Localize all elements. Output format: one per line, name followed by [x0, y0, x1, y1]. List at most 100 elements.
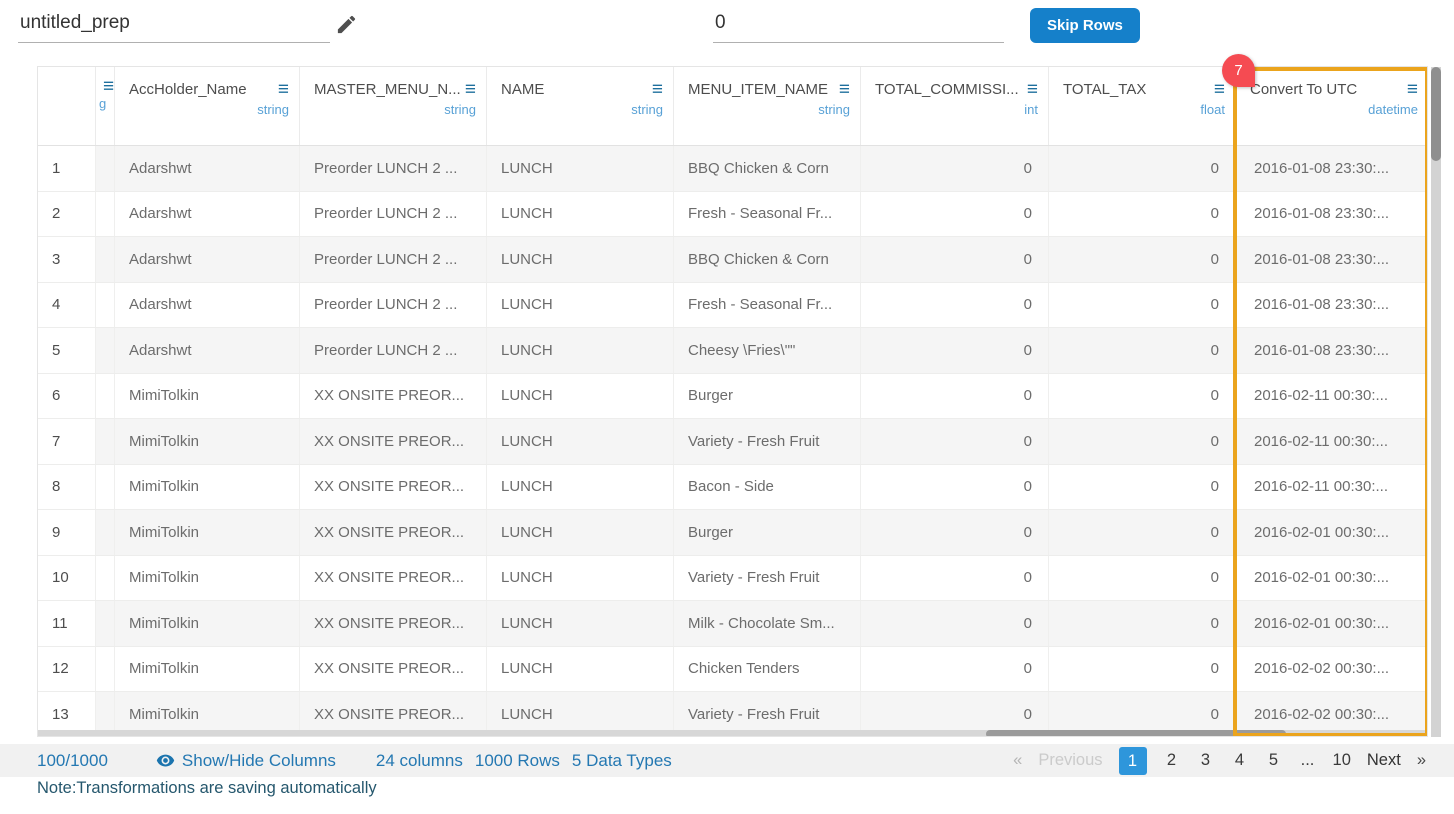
cell-accholder: Adarshwt: [115, 283, 300, 328]
cell-total-tax: 0: [1049, 510, 1236, 555]
cell-master-menu: Preorder LUNCH 2 ...: [300, 146, 487, 191]
row-number: 9: [38, 510, 96, 555]
pagination-page-10[interactable]: 10: [1333, 751, 1351, 770]
column-menu-icon[interactable]: ≡: [839, 80, 850, 99]
horizontal-scrollbar-thumb[interactable]: [986, 730, 1286, 737]
partial-column-cell: [96, 328, 115, 373]
table-row[interactable]: 7 MimiTolkin XX ONSITE PREOR... LUNCH Va…: [38, 419, 1427, 465]
transform-count-badge[interactable]: 7: [1222, 54, 1255, 87]
column-headers: ≡ g AccHolder_Name ≡ string MASTER_MENU_…: [38, 67, 1427, 146]
row-number: 5: [38, 328, 96, 373]
cell-accholder: Adarshwt: [115, 146, 300, 191]
column-header[interactable]: AccHolder_Name ≡ string: [115, 67, 300, 145]
cell-total-commission: 0: [861, 465, 1049, 510]
partial-column-header[interactable]: ≡ g: [96, 67, 115, 145]
vertical-scrollbar-thumb[interactable]: [1431, 67, 1441, 161]
column-menu-icon[interactable]: ≡: [1407, 80, 1418, 99]
autosave-note: Note:Transformations are saving automati…: [37, 779, 377, 798]
column-menu-icon[interactable]: ≡: [1214, 80, 1225, 99]
table-row[interactable]: 12 MimiTolkin XX ONSITE PREOR... LUNCH C…: [38, 647, 1427, 693]
pagination-page-4[interactable]: 4: [1231, 751, 1249, 770]
table-row[interactable]: 1 Adarshwt Preorder LUNCH 2 ... LUNCH BB…: [38, 146, 1427, 192]
cell-menu-item: BBQ Chicken & Corn: [674, 146, 861, 191]
partial-column-type: g: [99, 96, 112, 111]
cell-total-commission: 0: [861, 146, 1049, 191]
column-menu-icon[interactable]: ≡: [652, 80, 663, 99]
skip-rows-button[interactable]: Skip Rows: [1030, 8, 1140, 43]
pagination-first-arrow[interactable]: «: [1013, 751, 1022, 770]
eye-icon[interactable]: [156, 751, 175, 770]
column-header[interactable]: TOTAL_COMMISSI... ≡ int: [861, 67, 1049, 145]
table-row[interactable]: 6 MimiTolkin XX ONSITE PREOR... LUNCH Bu…: [38, 374, 1427, 420]
cell-total-tax: 0: [1049, 419, 1236, 464]
column-menu-icon[interactable]: ≡: [1027, 80, 1038, 99]
cell-name: LUNCH: [487, 283, 674, 328]
cell-master-menu: XX ONSITE PREOR...: [300, 647, 487, 692]
partial-column-cell: [96, 601, 115, 646]
column-header[interactable]: NAME ≡ string: [487, 67, 674, 145]
column-header[interactable]: TOTAL_TAX ≡ float: [1049, 67, 1236, 145]
pagination-previous[interactable]: Previous: [1038, 751, 1102, 770]
table-row[interactable]: 4 Adarshwt Preorder LUNCH 2 ... LUNCH Fr…: [38, 283, 1427, 329]
prep-name-input[interactable]: [18, 6, 330, 43]
cell-accholder: MimiTolkin: [115, 465, 300, 510]
partial-column-cell: [96, 556, 115, 601]
pagination-page-3[interactable]: 3: [1197, 751, 1215, 770]
pagination-ellipsis[interactable]: ...: [1299, 751, 1317, 770]
pagination-last-arrow[interactable]: »: [1417, 751, 1426, 770]
show-hide-columns-label: Show/Hide Columns: [182, 751, 336, 771]
data-types-count: 5 Data Types: [572, 751, 672, 771]
column-menu-icon[interactable]: ≡: [465, 80, 476, 99]
skip-rows-input[interactable]: [713, 6, 1004, 43]
pagination-next[interactable]: Next: [1367, 751, 1401, 770]
edit-pencil-icon[interactable]: [335, 13, 358, 36]
cell-master-menu: XX ONSITE PREOR...: [300, 601, 487, 646]
table-row[interactable]: 9 MimiTolkin XX ONSITE PREOR... LUNCH Bu…: [38, 510, 1427, 556]
column-type: string: [688, 102, 850, 117]
partial-column-cell: [96, 647, 115, 692]
table-row[interactable]: 3 Adarshwt Preorder LUNCH 2 ... LUNCH BB…: [38, 237, 1427, 283]
column-name: Convert To UTC: [1250, 81, 1357, 98]
cell-master-menu: XX ONSITE PREOR...: [300, 465, 487, 510]
column-type: string: [314, 102, 476, 117]
cell-master-menu: XX ONSITE PREOR...: [300, 510, 487, 555]
cell-menu-item: BBQ Chicken & Corn: [674, 237, 861, 282]
row-number: 7: [38, 419, 96, 464]
cell-total-tax: 0: [1049, 465, 1236, 510]
table-row[interactable]: 5 Adarshwt Preorder LUNCH 2 ... LUNCH Ch…: [38, 328, 1427, 374]
row-number: 11: [38, 601, 96, 646]
table-row[interactable]: 11 MimiTolkin XX ONSITE PREOR... LUNCH M…: [38, 601, 1427, 647]
pagination-page-2[interactable]: 2: [1163, 751, 1181, 770]
pagination-page-5[interactable]: 5: [1265, 751, 1283, 770]
horizontal-scrollbar[interactable]: [38, 730, 1428, 737]
cell-name: LUNCH: [487, 328, 674, 373]
cell-name: LUNCH: [487, 237, 674, 282]
cell-total-commission: 0: [861, 601, 1049, 646]
column-menu-icon[interactable]: ≡: [278, 80, 289, 99]
column-menu-icon[interactable]: ≡: [103, 77, 114, 96]
column-name: MENU_ITEM_NAME: [688, 81, 828, 98]
cell-menu-item: Chicken Tenders: [674, 647, 861, 692]
table-row[interactable]: 10 MimiTolkin XX ONSITE PREOR... LUNCH V…: [38, 556, 1427, 602]
cell-total-commission: 0: [861, 283, 1049, 328]
row-number: 1: [38, 146, 96, 191]
show-hide-columns-button[interactable]: Show/Hide Columns: [156, 751, 336, 771]
pagination-page-1[interactable]: 1: [1119, 747, 1147, 775]
column-header[interactable]: MENU_ITEM_NAME ≡ string: [674, 67, 861, 145]
column-header[interactable]: Convert To UTC ≡ datetime: [1236, 67, 1428, 145]
cell-name: LUNCH: [487, 556, 674, 601]
column-name: NAME: [501, 81, 544, 98]
cell-total-commission: 0: [861, 419, 1049, 464]
vertical-scrollbar[interactable]: [1431, 67, 1441, 737]
cell-total-tax: 0: [1049, 556, 1236, 601]
column-header[interactable]: MASTER_MENU_N... ≡ string: [300, 67, 487, 145]
cell-master-menu: XX ONSITE PREOR...: [300, 556, 487, 601]
cell-convert-to-utc: 2016-01-08 23:30:...: [1236, 146, 1428, 191]
cell-total-tax: 0: [1049, 192, 1236, 237]
table-row[interactable]: 8 MimiTolkin XX ONSITE PREOR... LUNCH Ba…: [38, 465, 1427, 511]
cell-convert-to-utc: 2016-02-11 00:30:...: [1236, 419, 1428, 464]
cell-name: LUNCH: [487, 465, 674, 510]
cell-total-tax: 0: [1049, 237, 1236, 282]
table-row[interactable]: 2 Adarshwt Preorder LUNCH 2 ... LUNCH Fr…: [38, 192, 1427, 238]
footer-bar: 100/1000 Show/Hide Columns 24 columns 10…: [0, 744, 1454, 777]
